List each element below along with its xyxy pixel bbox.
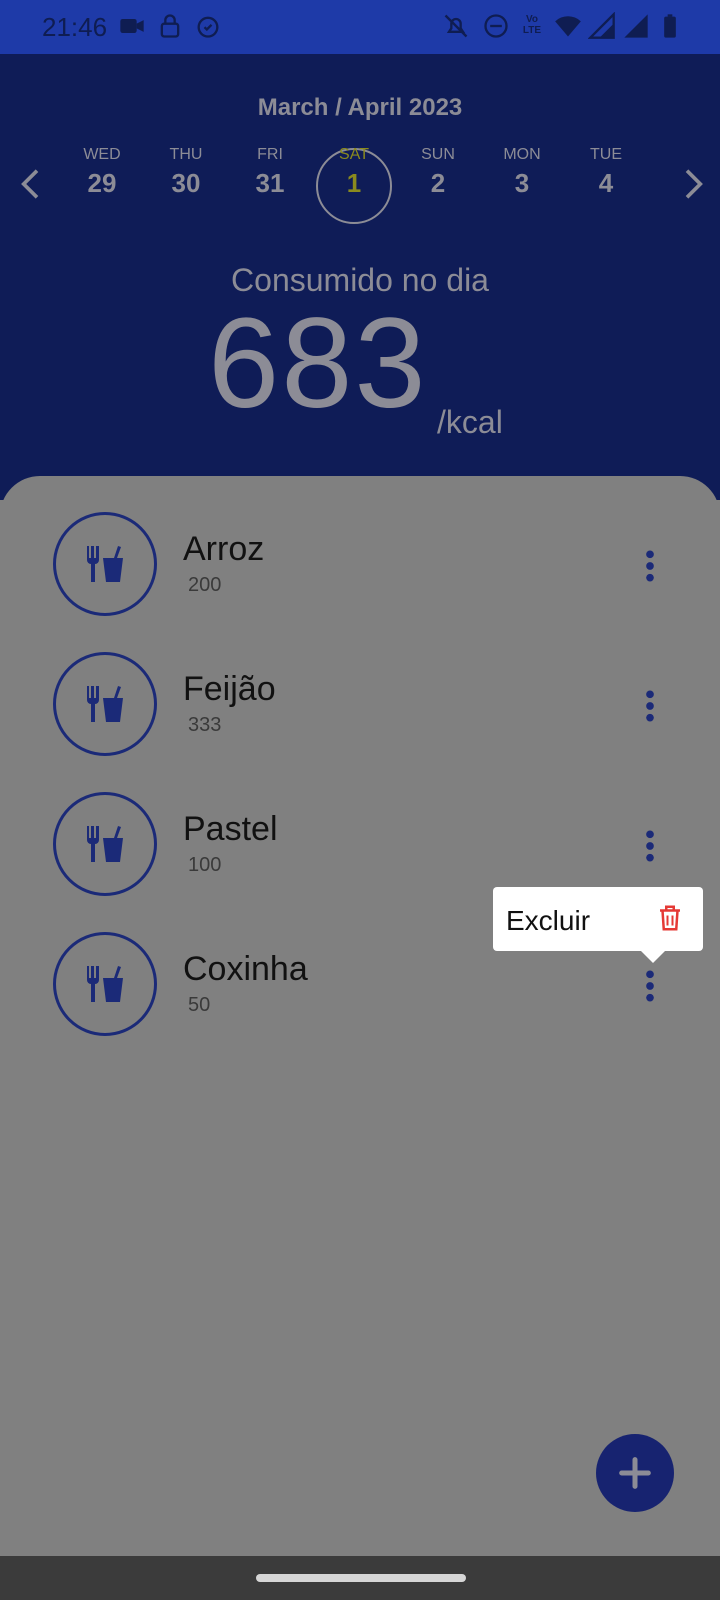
chevron-left-icon[interactable] [12,164,52,204]
day-of-week: FRI [257,146,283,163]
food-name: Coxinha [183,950,308,988]
wifi-icon [555,16,581,37]
day-of-week: THU [169,146,203,163]
consumed-value: 683 [208,292,428,435]
food-kcal: 100 [188,854,222,876]
day-of-week: MON [503,146,541,163]
food-avatar [53,792,157,896]
day-of-week: SUN [421,146,455,163]
restaurant-icon [87,826,123,862]
battery-icon [664,14,676,38]
more-vert-icon[interactable] [630,966,670,1006]
delete-menu-item[interactable]: Excluir [506,905,590,937]
restaurant-icon [87,686,123,722]
trash-icon[interactable] [655,903,685,933]
video-camera-icon [120,19,144,33]
bell-off-icon [444,14,468,38]
do-not-disturb-icon [484,14,508,38]
day-number: 1 [346,168,362,198]
day-mon-3[interactable]: MON 3 [482,146,562,199]
day-number: 29 [87,168,117,198]
food-name: Pastel [183,810,278,848]
food-avatar [53,932,157,1036]
restaurant-icon [87,546,123,582]
day-thu-30[interactable]: THU 30 [146,146,226,199]
plus-icon [619,1457,651,1489]
food-kcal: 333 [188,714,222,736]
volte-icon: Vo LTE [522,14,542,36]
food-name: Feijão [183,670,276,708]
home-gesture-handle[interactable] [256,1574,466,1582]
delete-popup-menu[interactable]: Excluir [493,887,703,963]
chevron-right-icon[interactable] [672,164,712,204]
unit-label: /kcal [437,404,503,440]
food-item-pastel[interactable]: Pastel 100 [0,792,720,902]
lock-icon [160,14,180,38]
day-fri-31[interactable]: FRI 31 [230,146,310,199]
day-tue-4[interactable]: TUE 4 [566,146,646,199]
popup-pointer [641,951,665,963]
alarm-icon [197,16,219,38]
food-avatar [53,652,157,756]
day-of-week: TUE [590,146,622,163]
food-name: Arroz [183,530,265,568]
day-sun-2[interactable]: SUN 2 [398,146,478,199]
status-bar: 21:46 Vo LTE [0,0,720,54]
day-number: 31 [255,168,285,198]
day-of-week: WED [83,146,121,163]
day-number: 4 [598,168,614,198]
day-of-week: SAT [339,146,369,163]
food-kcal: 50 [188,994,211,1016]
system-nav-bar [0,1556,720,1600]
status-time: 21:46 [42,12,108,42]
day-sat-1-selected[interactable]: SAT 1 [314,146,394,199]
day-number: 3 [514,168,530,198]
food-item-arroz[interactable]: Arroz 200 [0,512,720,622]
header: March / April 2023 WED 29 THU 30 FRI 31 … [0,54,720,500]
signal-icon [588,12,615,39]
food-kcal: 200 [188,574,222,596]
more-vert-icon[interactable] [630,826,670,866]
add-food-button[interactable] [596,1434,674,1512]
day-number: 2 [430,168,446,198]
day-wed-29[interactable]: WED 29 [62,146,142,199]
restaurant-icon [87,966,123,1002]
food-item-feijao[interactable]: Feijão 333 [0,652,720,762]
day-number: 30 [171,168,201,198]
signal-2-icon [624,14,648,38]
more-vert-icon[interactable] [630,546,670,586]
more-vert-icon[interactable] [630,686,670,726]
month-label: March / April 2023 [257,94,463,121]
food-avatar [53,512,157,616]
